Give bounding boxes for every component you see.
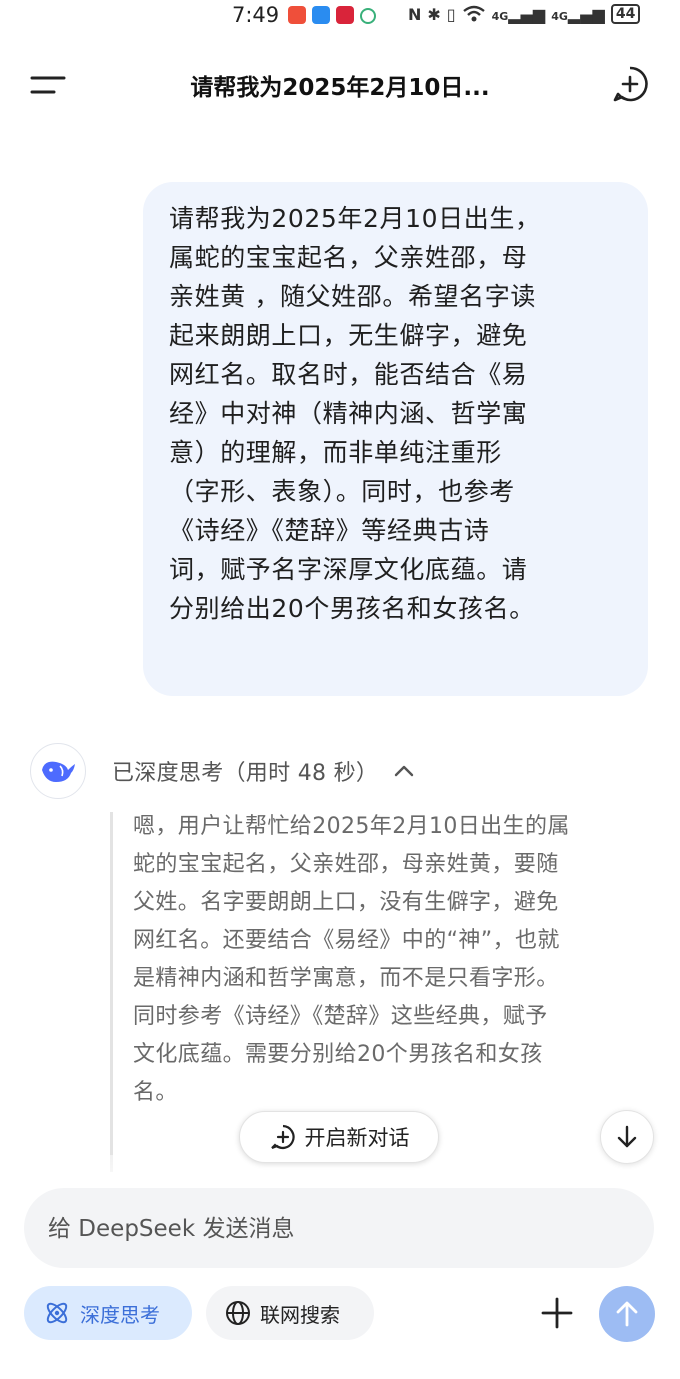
globe-icon — [226, 1301, 250, 1325]
thinking-line: 同时参考《诗经》《楚辞》这些经典，赋予 — [133, 1004, 548, 1029]
web-search-label: 联网搜索 — [260, 1302, 340, 1327]
chevron-up-icon[interactable] — [392, 759, 416, 783]
thinking-line: 名。 — [133, 1080, 178, 1105]
web-search-toggle[interactable]: 联网搜索 — [206, 1286, 374, 1340]
user-message-line: 意）的理解，而非单纯注重形 — [169, 438, 502, 467]
message-input[interactable] — [46, 1208, 630, 1250]
user-message-line: 词，赋予名字深厚文化底蕴。请 — [169, 555, 528, 584]
user-message-line: 网红名。取名时，能否结合《易 — [169, 360, 528, 389]
plus-icon — [541, 1297, 573, 1329]
tmall-icon — [336, 6, 354, 24]
signal-1-icon: 4G▂▄▆ — [491, 4, 546, 24]
thinking-line: 是精神内涵和哲学寓意，而不是只看字形。 — [133, 966, 559, 991]
add-attachment-button[interactable] — [535, 1291, 579, 1335]
thinking-header[interactable]: 已深度思考（用时 48 秒） — [112, 755, 416, 787]
app-blue-icon — [312, 6, 330, 24]
signal-2-icon: 4G▂▄▆ — [551, 4, 605, 24]
thinking-line: 网红名。还要结合《易经》中的“神”，也就 — [133, 928, 560, 953]
notification-icons — [288, 6, 376, 24]
user-message-line: （字形、表象）。同时，也参考 — [169, 477, 515, 506]
deep-think-toggle[interactable]: 深度思考 — [24, 1286, 192, 1340]
scroll-to-bottom-button[interactable] — [600, 1110, 654, 1164]
thinking-label: 已深度思考（用时 48 秒） — [112, 761, 379, 786]
user-message-line: 分别给出20个男孩名和女孩名。 — [169, 594, 535, 623]
deepseek-avatar — [30, 743, 86, 799]
thinking-content: 嗯，用户让帮忙给2025年2月10日出生的属 蛇的宝宝起名，父亲姓邵，母亲姓黄，… — [133, 808, 633, 1112]
thinking-line: 父姓。名字要朗朗上口，没有生僻字，避免 — [133, 890, 559, 915]
deepseek-whale-icon — [42, 761, 75, 782]
user-message-line: 亲姓黄 ，随父姓邵。希望名字读 — [169, 282, 536, 311]
nfc-icon: N — [408, 4, 422, 24]
status-bar: 7:49 N ✱ ▯ 4G▂▄▆ 4G▂▄▆ 44 — [0, 0, 680, 34]
network-type-2: 4G — [551, 9, 568, 23]
sync-icon — [360, 8, 376, 24]
user-message-line: 属蛇的宝宝起名，父亲姓邵，母 — [169, 243, 528, 272]
user-message-line: 请帮我为2025年2月10日出生， — [169, 204, 541, 233]
arrow-down-icon — [617, 1125, 637, 1148]
deep-think-label: 深度思考 — [80, 1302, 160, 1327]
battery-icon: 44 — [610, 4, 641, 24]
taobao-icon — [288, 6, 306, 24]
wifi-icon — [462, 5, 485, 22]
arrow-up-icon — [616, 1301, 638, 1327]
new-dialog-label: 开启新对话 — [304, 1126, 410, 1150]
user-message-bubble[interactable]: 请帮我为2025年2月10日出生， 属蛇的宝宝起名，父亲姓邵，母 亲姓黄 ，随父… — [143, 182, 648, 696]
vibrate-icon: ▯ — [446, 4, 456, 24]
user-message-line: 《诗经》《楚辞》等经典古诗 — [169, 516, 490, 545]
new-chat-icon — [270, 1124, 295, 1150]
thinking-line: 嗯，用户让帮忙给2025年2月10日出生的属 — [133, 814, 570, 839]
new-chat-icon[interactable] — [611, 65, 649, 103]
atom-icon — [46, 1302, 68, 1324]
page-title: 请帮我为2025年2月10日... — [190, 75, 490, 101]
app-header: 请帮我为2025年2月10日... — [0, 52, 680, 116]
user-message-line: 起来朗朗上口，无生僻字，避免 — [169, 321, 528, 350]
thinking-divider — [110, 812, 113, 1172]
new-dialog-button[interactable]: 开启新对话 — [239, 1111, 439, 1163]
user-message-line: 经》中对神（精神内涵、哲学寓 — [169, 399, 528, 428]
status-time: 7:49 — [232, 3, 280, 27]
system-icons: N ✱ ▯ 4G▂▄▆ 4G▂▄▆ 44 — [408, 4, 641, 24]
thinking-line: 文化底蕴。需要分别给20个男孩名和女孩 — [133, 1042, 543, 1067]
message-composer — [24, 1188, 654, 1268]
bluetooth-icon: ✱ — [427, 4, 441, 24]
send-button[interactable] — [599, 1286, 655, 1342]
thinking-line: 蛇的宝宝起名，父亲姓邵，母亲姓黄，要随 — [133, 852, 559, 877]
user-message-text: 请帮我为2025年2月10日出生， 属蛇的宝宝起名，父亲姓邵，母 亲姓黄 ，随父… — [169, 199, 622, 628]
network-type-1: 4G — [491, 9, 509, 23]
